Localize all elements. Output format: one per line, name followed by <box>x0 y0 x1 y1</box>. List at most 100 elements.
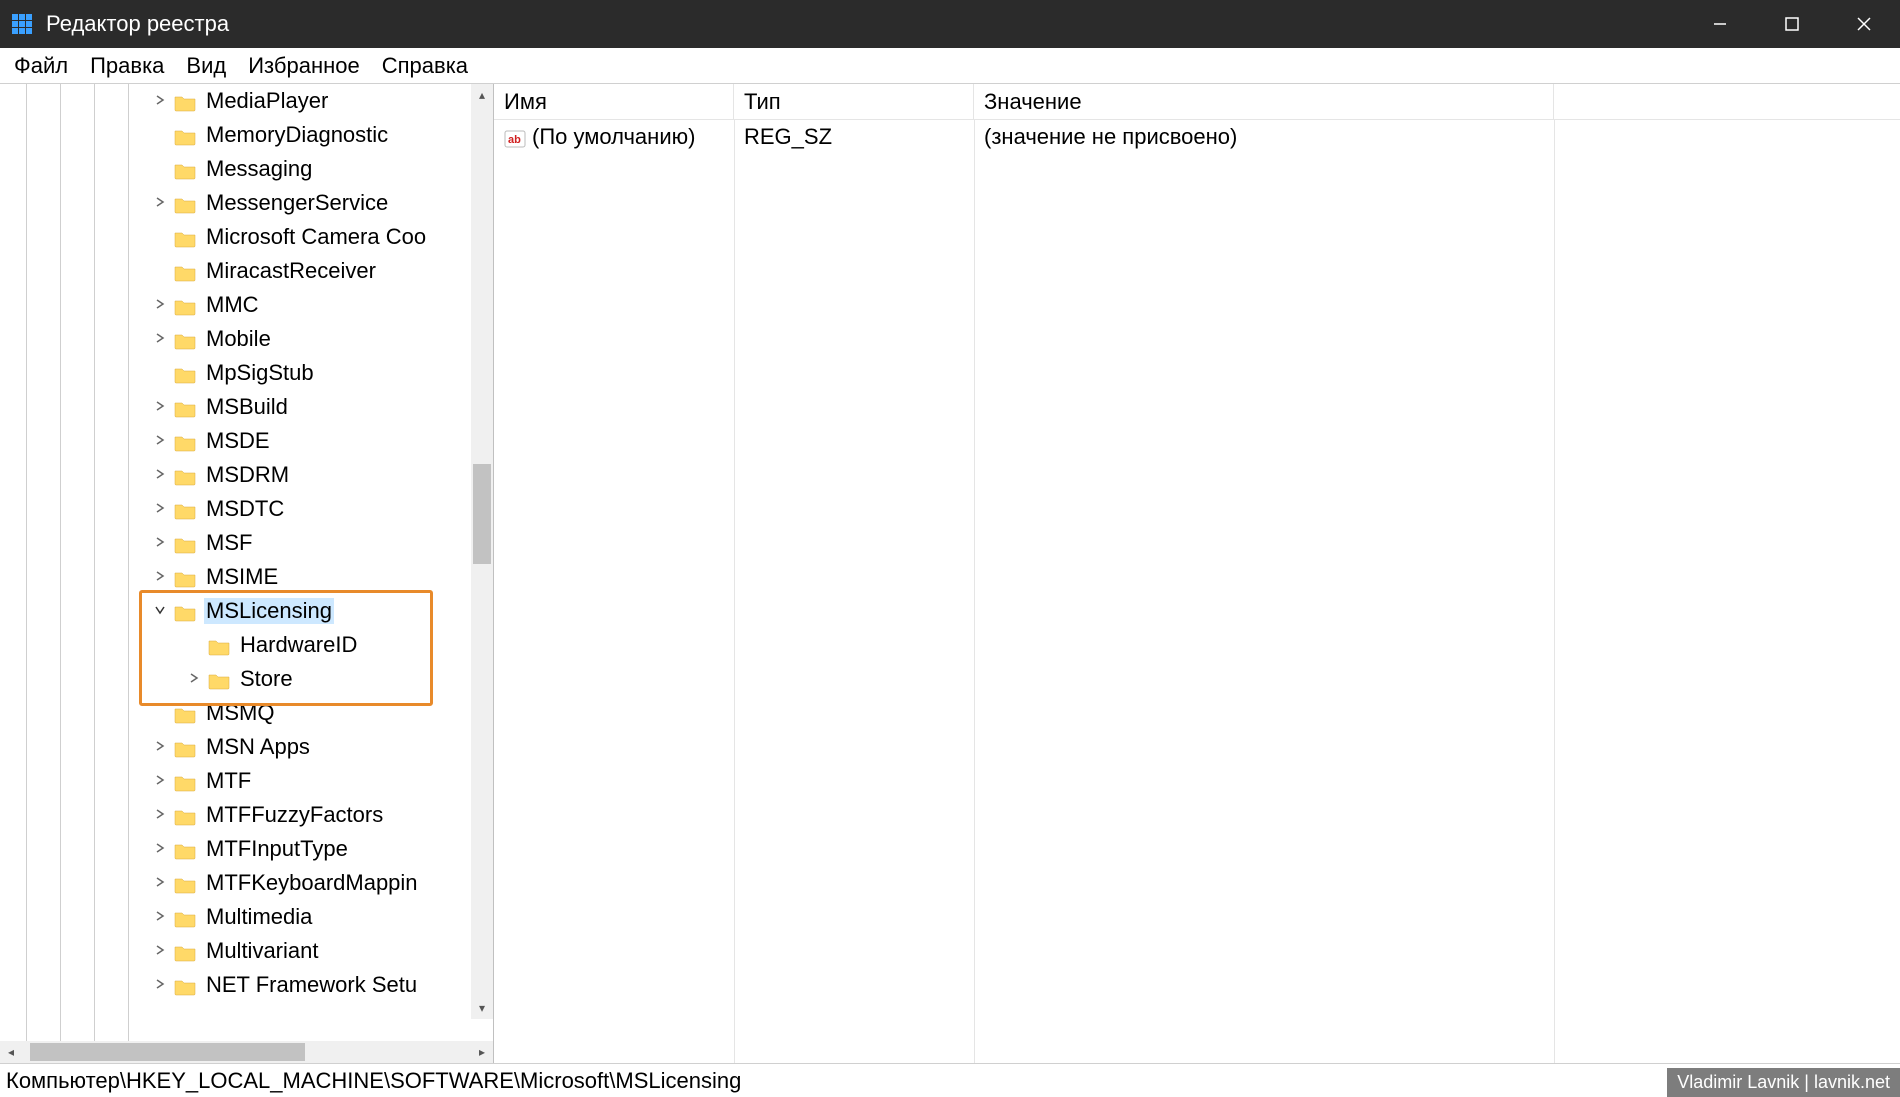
expander-icon[interactable] <box>146 738 174 756</box>
tree-item[interactable]: MemoryDiagnostic <box>0 118 493 152</box>
tree-item-label: MSF <box>204 530 254 556</box>
col-value[interactable]: Значение <box>974 84 1554 119</box>
tree-item[interactable]: MMC <box>0 288 493 322</box>
folder-icon <box>174 262 196 280</box>
tree-item-label: MSDRM <box>204 462 291 488</box>
tree-item[interactable]: MSN Apps <box>0 730 493 764</box>
tree-item[interactable]: MessengerService <box>0 186 493 220</box>
tree-item[interactable]: MSF <box>0 526 493 560</box>
expander-icon[interactable] <box>146 194 174 212</box>
maximize-button[interactable] <box>1756 0 1828 48</box>
tree-item-label: MSN Apps <box>204 734 312 760</box>
col-type[interactable]: Тип <box>734 84 974 119</box>
expander-icon[interactable] <box>146 976 174 994</box>
expander-icon[interactable] <box>146 772 174 790</box>
tree-item-label: MiracastReceiver <box>204 258 378 284</box>
statusbar: Компьютер\HKEY_LOCAL_MACHINE\SOFTWARE\Mi… <box>0 1063 1900 1097</box>
vertical-scrollbar[interactable]: ▴ ▾ <box>471 84 493 1019</box>
tree-item[interactable]: MSDRM <box>0 458 493 492</box>
scroll-down-icon[interactable]: ▾ <box>471 997 493 1019</box>
tree-item[interactable]: Multimedia <box>0 900 493 934</box>
listview-row[interactable]: ab (По умолчанию) REG_SZ (значение не пр… <box>494 120 1900 154</box>
tree-scroll[interactable]: MediaPlayer MemoryDiagnostic Messaging Mess… <box>0 84 493 1041</box>
expander-icon[interactable] <box>146 534 174 552</box>
window-controls <box>1684 0 1900 48</box>
hscroll-thumb[interactable] <box>30 1043 305 1061</box>
folder-icon <box>208 636 230 654</box>
menu-file[interactable]: Файл <box>6 51 76 81</box>
vscroll-thumb[interactable] <box>473 464 491 564</box>
cell-value: (значение не присвоено) <box>984 124 1237 150</box>
tree-item-label: Store <box>238 666 295 692</box>
tree-item[interactable]: MSIME <box>0 560 493 594</box>
listview-body[interactable]: ab (По умолчанию) REG_SZ (значение не пр… <box>494 120 1900 1063</box>
tree-item[interactable]: MpSigStub <box>0 356 493 390</box>
minimize-button[interactable] <box>1684 0 1756 48</box>
tree-item-label: MSDE <box>204 428 272 454</box>
content-area: MediaPlayer MemoryDiagnostic Messaging Mess… <box>0 84 1900 1063</box>
folder-icon <box>174 840 196 858</box>
tree-item[interactable]: MSLicensing <box>0 594 493 628</box>
tree-item[interactable]: HardwareID <box>0 628 493 662</box>
menu-favorites[interactable]: Избранное <box>240 51 368 81</box>
folder-icon <box>174 194 196 212</box>
tree-item[interactable]: MTFInputType <box>0 832 493 866</box>
tree-item-label: MpSigStub <box>204 360 316 386</box>
tree-item[interactable]: MSDTC <box>0 492 493 526</box>
tree-item[interactable]: MTF <box>0 764 493 798</box>
scroll-left-icon[interactable]: ◂ <box>0 1041 22 1063</box>
expander-icon[interactable] <box>146 466 174 484</box>
folder-icon <box>174 602 196 620</box>
expander-icon[interactable] <box>146 568 174 586</box>
window-title: Редактор реестра <box>46 11 229 37</box>
menu-help[interactable]: Справка <box>374 51 476 81</box>
tree-item[interactable]: NET Framework Setu <box>0 968 493 1002</box>
scroll-right-icon[interactable]: ▸ <box>471 1041 493 1063</box>
tree-item-label: MemoryDiagnostic <box>204 122 390 148</box>
tree-item-label: MediaPlayer <box>204 88 330 114</box>
cell-type: REG_SZ <box>744 124 832 150</box>
tree-item[interactable]: Microsoft Camera Coo <box>0 220 493 254</box>
expander-icon[interactable] <box>146 840 174 858</box>
tree-item[interactable]: MiracastReceiver <box>0 254 493 288</box>
tree-item[interactable]: MSBuild <box>0 390 493 424</box>
expander-icon[interactable] <box>146 296 174 314</box>
menu-view[interactable]: Вид <box>178 51 234 81</box>
expander-icon[interactable] <box>146 806 174 824</box>
expander-icon[interactable] <box>146 398 174 416</box>
expander-icon[interactable] <box>146 92 174 110</box>
tree-item[interactable]: Mobile <box>0 322 493 356</box>
scroll-up-icon[interactable]: ▴ <box>471 84 493 106</box>
expander-icon[interactable] <box>146 500 174 518</box>
expander-icon[interactable] <box>146 330 174 348</box>
tree-item[interactable]: MTFKeyboardMappin <box>0 866 493 900</box>
menu-edit[interactable]: Правка <box>82 51 172 81</box>
expander-icon[interactable] <box>146 942 174 960</box>
tree-item[interactable]: MediaPlayer <box>0 84 493 118</box>
tree-item-label: MSBuild <box>204 394 290 420</box>
tree-item-label: MMC <box>204 292 261 318</box>
expander-icon[interactable] <box>146 874 174 892</box>
folder-icon <box>174 466 196 484</box>
tree-item-label: MessengerService <box>204 190 390 216</box>
folder-icon <box>174 500 196 518</box>
expander-icon[interactable] <box>146 602 174 620</box>
close-button[interactable] <box>1828 0 1900 48</box>
tree-item[interactable]: Messaging <box>0 152 493 186</box>
folder-icon <box>174 942 196 960</box>
col-name[interactable]: Имя <box>494 84 734 119</box>
expander-icon[interactable] <box>180 670 208 688</box>
expander-icon[interactable] <box>146 432 174 450</box>
horizontal-scrollbar[interactable]: ◂ ▸ <box>0 1041 493 1063</box>
tree-item[interactable]: MTFFuzzyFactors <box>0 798 493 832</box>
tree-item[interactable]: Store <box>0 662 493 696</box>
folder-icon <box>174 330 196 348</box>
expander-icon[interactable] <box>146 908 174 926</box>
folder-icon <box>174 160 196 178</box>
tree-item[interactable]: Multivariant <box>0 934 493 968</box>
tree-item[interactable]: MSDE <box>0 424 493 458</box>
folder-icon <box>174 874 196 892</box>
tree-item[interactable]: MSMQ <box>0 696 493 730</box>
menubar: Файл Правка Вид Избранное Справка <box>0 48 1900 84</box>
string-value-icon: ab <box>504 128 526 146</box>
